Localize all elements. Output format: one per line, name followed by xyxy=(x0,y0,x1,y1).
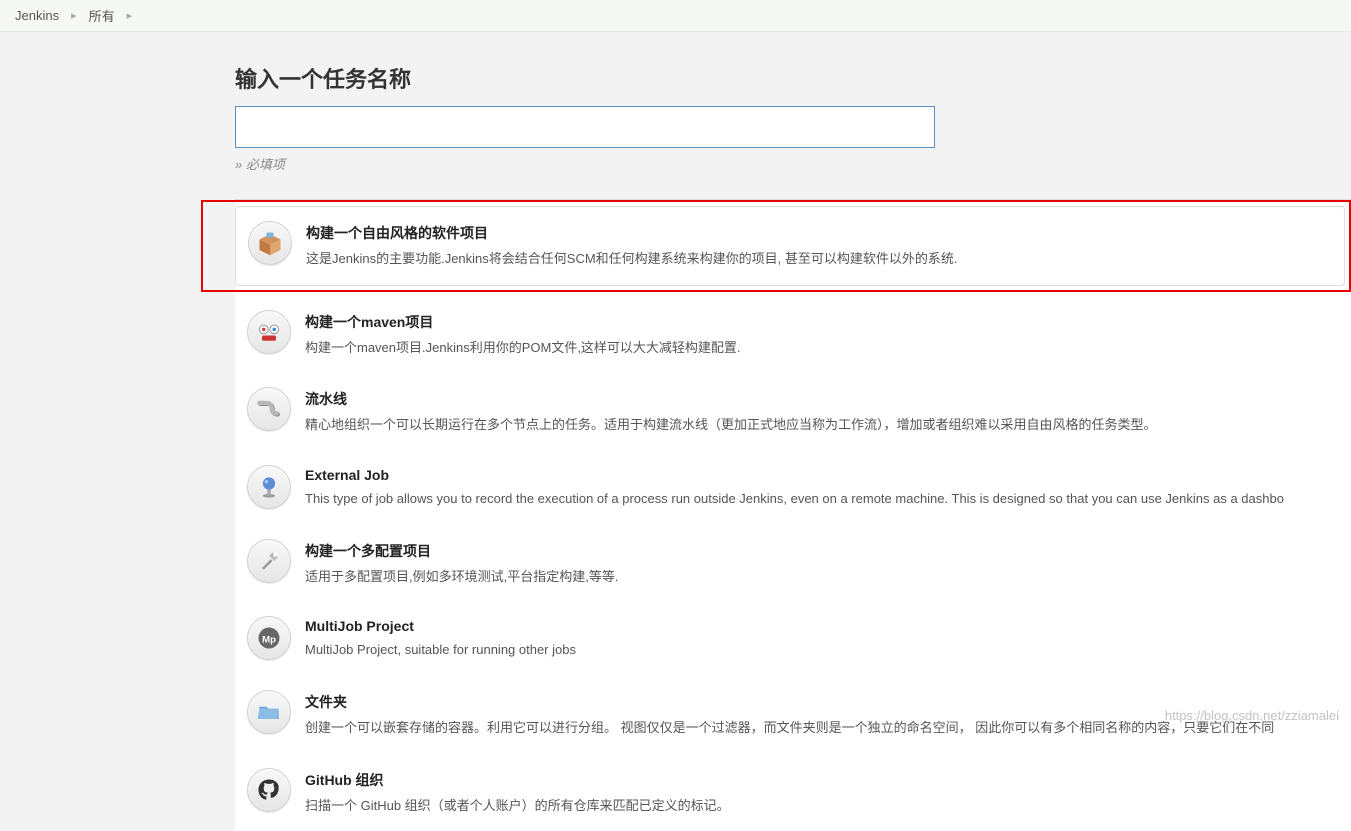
job-type-desc: 扫描一个 GitHub 组织（或者个人账户）的所有仓库来匹配已定义的标记。 xyxy=(305,796,1339,816)
pipeline-icon xyxy=(247,387,291,431)
job-type-external[interactable]: External Job This type of job allows you… xyxy=(235,451,1351,525)
svg-text:Mp: Mp xyxy=(262,634,276,645)
breadcrumb-item-jenkins[interactable]: Jenkins xyxy=(15,8,59,23)
multijob-icon: Mp xyxy=(247,616,291,660)
main-content: 输入一个任务名称 » 必填项 构建一个自由风格的软件项目 这是Jenkins的主… xyxy=(0,32,1351,831)
box-icon xyxy=(248,221,292,265)
folder-icon xyxy=(247,690,291,734)
job-type-multiconfig[interactable]: 构建一个多配置项目 适用于多配置项目,例如多环境测试,平台指定构建,等等. xyxy=(235,525,1351,603)
job-type-desc: 适用于多配置项目,例如多环境测试,平台指定构建,等等. xyxy=(305,567,1339,587)
breadcrumb-separator-icon: ▸ xyxy=(127,9,133,22)
job-type-title: GitHub 组织 xyxy=(305,770,1339,790)
job-type-title: 构建一个多配置项目 xyxy=(305,541,1339,561)
job-type-desc: MultiJob Project, suitable for running o… xyxy=(305,640,1339,660)
tools-icon xyxy=(247,539,291,583)
job-type-maven[interactable]: 构建一个maven项目 构建一个maven项目.Jenkins利用你的POM文件… xyxy=(235,296,1351,374)
job-type-title: 流水线 xyxy=(305,389,1339,409)
breadcrumb: Jenkins ▸ 所有 ▸ xyxy=(0,0,1351,32)
job-type-title: 构建一个自由风格的软件项目 xyxy=(306,223,1332,243)
job-type-desc: This type of job allows you to record th… xyxy=(305,489,1339,509)
job-type-desc: 构建一个maven项目.Jenkins利用你的POM文件,这样可以大大减轻构建配… xyxy=(305,338,1339,358)
job-type-desc: 精心地组织一个可以长期运行在多个节点上的任务。适用于构建流水线（更加正式地应当称… xyxy=(305,415,1339,435)
job-type-title: 构建一个maven项目 xyxy=(305,312,1339,332)
job-type-title: MultiJob Project xyxy=(305,618,1339,634)
job-type-title: External Job xyxy=(305,467,1339,483)
breadcrumb-separator-icon: ▸ xyxy=(71,9,77,22)
page-title: 输入一个任务名称 xyxy=(235,62,1351,94)
job-type-multijob[interactable]: Mp MultiJob Project MultiJob Project, su… xyxy=(235,602,1351,676)
job-type-pipeline[interactable]: 流水线 精心地组织一个可以长期运行在多个节点上的任务。适用于构建流水线（更加正式… xyxy=(235,373,1351,451)
job-type-github-org[interactable]: GitHub 组织 扫描一个 GitHub 组织（或者个人账户）的所有仓库来匹配… xyxy=(235,754,1351,831)
job-type-desc: 这是Jenkins的主要功能.Jenkins将会结合任何SCM和任何构建系统来构… xyxy=(306,249,1332,269)
external-icon xyxy=(247,465,291,509)
job-type-list: 构建一个自由风格的软件项目 这是Jenkins的主要功能.Jenkins将会结合… xyxy=(235,199,1351,831)
highlight-box: 构建一个自由风格的软件项目 这是Jenkins的主要功能.Jenkins将会结合… xyxy=(201,200,1351,292)
watermark: https://blog.csdn.net/zziamalei xyxy=(1165,708,1339,723)
job-name-input[interactable] xyxy=(235,106,935,148)
job-type-freestyle[interactable]: 构建一个自由风格的软件项目 这是Jenkins的主要功能.Jenkins将会结合… xyxy=(235,206,1345,286)
required-hint: » 必填项 xyxy=(235,154,1351,173)
breadcrumb-item-all[interactable]: 所有 xyxy=(89,6,115,25)
maven-icon xyxy=(247,310,291,354)
github-icon xyxy=(247,768,291,812)
